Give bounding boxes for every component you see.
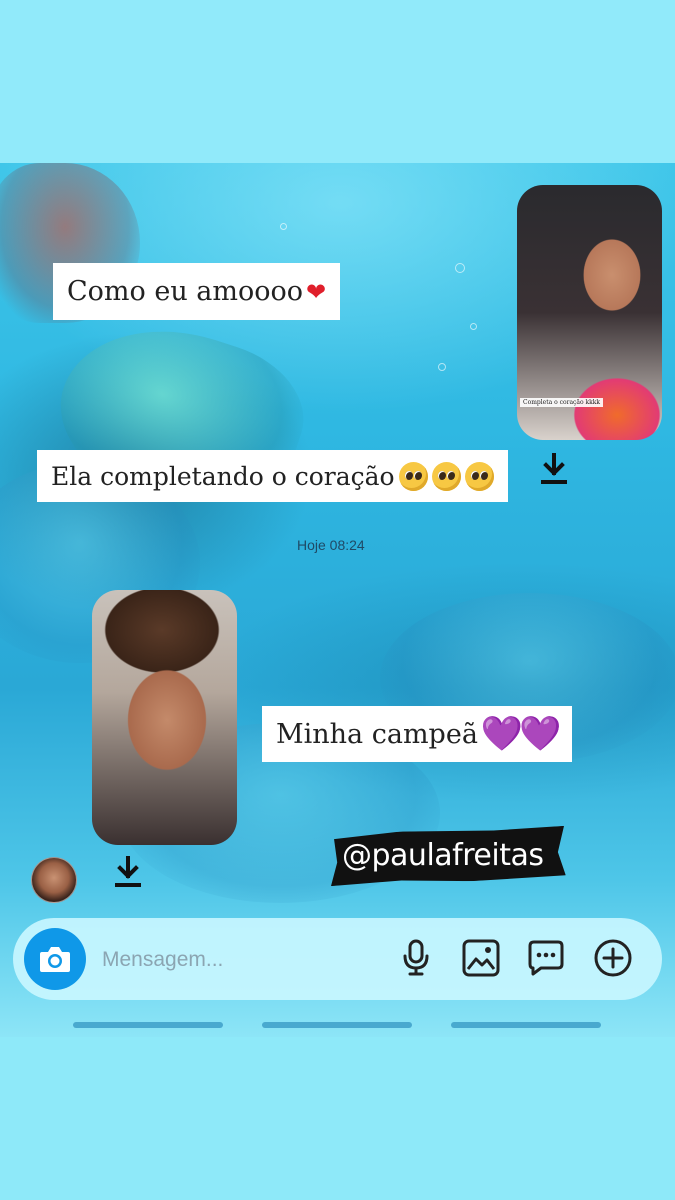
message-caption: Minha campeã 💜💜 bbox=[262, 706, 572, 762]
mention-tag[interactable]: @paulafreitas bbox=[342, 838, 544, 873]
story-progress-segment bbox=[262, 1022, 412, 1028]
microphone-button[interactable] bbox=[396, 938, 436, 978]
add-button[interactable] bbox=[593, 938, 633, 978]
bubble bbox=[455, 263, 465, 273]
message-caption: Como eu amoooo ❤ bbox=[53, 263, 341, 320]
camera-button[interactable] bbox=[24, 928, 86, 990]
gallery-button[interactable] bbox=[461, 938, 501, 978]
chat-button[interactable] bbox=[526, 938, 566, 978]
message-text: Minha campeã bbox=[276, 718, 478, 750]
download-icon[interactable] bbox=[539, 453, 569, 487]
message-text: Ela completando o coração bbox=[51, 461, 395, 491]
heart-emoji: ❤ bbox=[306, 277, 327, 306]
photo-caption: Completa o coração kkkk bbox=[520, 398, 604, 407]
message-input[interactable] bbox=[100, 944, 364, 976]
bottom-band bbox=[0, 1037, 675, 1200]
shared-photo[interactable] bbox=[92, 590, 237, 845]
plus-icon bbox=[594, 939, 632, 977]
microphone-icon bbox=[403, 939, 429, 976]
chat-bubble-icon bbox=[528, 940, 564, 976]
message-caption: Ela completando o coração bbox=[37, 450, 508, 502]
gallery-icon bbox=[462, 939, 500, 977]
purple-heart-emoji: 💜💜 bbox=[480, 714, 562, 754]
camera-icon bbox=[40, 947, 70, 972]
bubble bbox=[438, 363, 446, 371]
pleading-face-emoji bbox=[431, 461, 461, 491]
shared-photo[interactable]: Completa o coração kkkk bbox=[517, 185, 662, 440]
avatar[interactable] bbox=[31, 857, 77, 903]
bubble bbox=[280, 223, 287, 230]
message-text: Como eu amoooo bbox=[67, 276, 304, 307]
story-progress-segment bbox=[73, 1022, 223, 1028]
story-progress-segment bbox=[451, 1022, 601, 1028]
pleading-face-emoji bbox=[464, 461, 494, 491]
bubble bbox=[470, 323, 477, 330]
download-icon[interactable] bbox=[113, 856, 143, 890]
timestamp: Hoje 08:24 bbox=[297, 537, 365, 553]
top-band bbox=[0, 0, 675, 163]
pleading-face-emoji bbox=[398, 461, 428, 491]
